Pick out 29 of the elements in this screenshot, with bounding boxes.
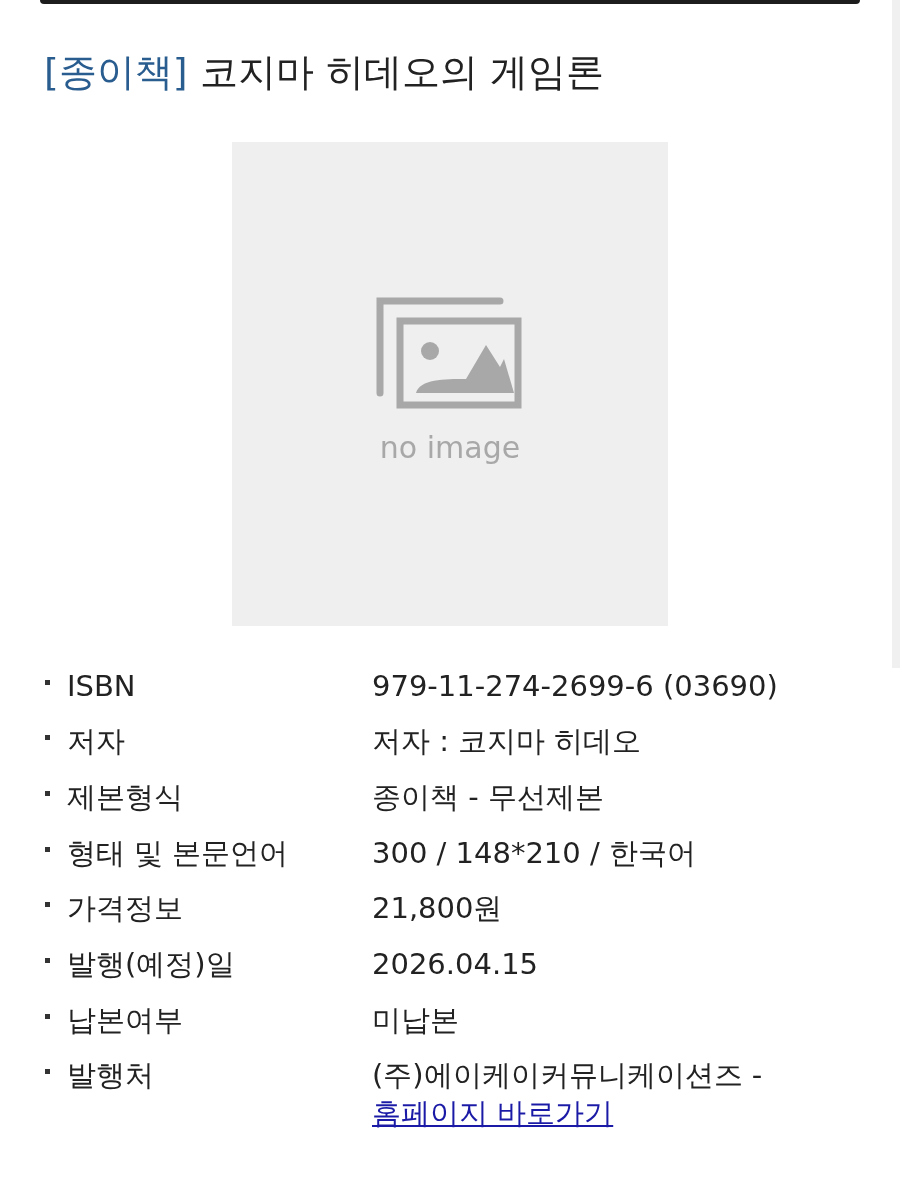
field-value: (주)에이케이커뮤니케이션즈 - 홈페이지 바로가기 <box>372 1057 764 1133</box>
field-label: ISBN <box>67 667 137 705</box>
field-label: 저자 <box>67 723 126 761</box>
bullet-icon <box>45 958 50 964</box>
field-value: 979-11-274-2699-6 (03690) <box>372 667 779 705</box>
field-label: 가격정보 <box>67 890 184 928</box>
field-value: 미납본 <box>372 1001 460 1039</box>
field-value: 300 / 148*210 / 한국어 <box>372 834 697 872</box>
field-label: 발행처 <box>67 1057 155 1095</box>
placeholder-text: no image <box>379 429 521 468</box>
bullet-icon <box>45 1069 50 1075</box>
field-label: 형태 및 본문언어 <box>67 834 290 872</box>
field-value: 종이책 - 무선제본 <box>372 778 605 816</box>
bullet-icon <box>45 679 50 685</box>
bullet-icon <box>45 902 50 908</box>
homepage-link[interactable]: 홈페이지 바로가기 <box>372 1096 614 1131</box>
field-label: 납본여부 <box>67 1001 184 1039</box>
image-icon <box>376 297 524 410</box>
field-label: 제본형식 <box>67 778 184 816</box>
bullet-icon <box>45 1013 50 1019</box>
book-title: 코지마 히데오의 게임론 <box>199 50 604 94</box>
bullet-icon <box>45 790 50 796</box>
field-value: 2026.04.15 <box>372 946 540 984</box>
field-label: 발행(예정)일 <box>67 946 236 984</box>
field-value: 21,800원 <box>372 890 504 928</box>
bullet-icon <box>45 735 50 741</box>
bullet-icon <box>45 846 50 852</box>
field-value: 저자 : 코지마 히데오 <box>372 723 643 761</box>
category-tag: [종이책] <box>44 50 188 94</box>
